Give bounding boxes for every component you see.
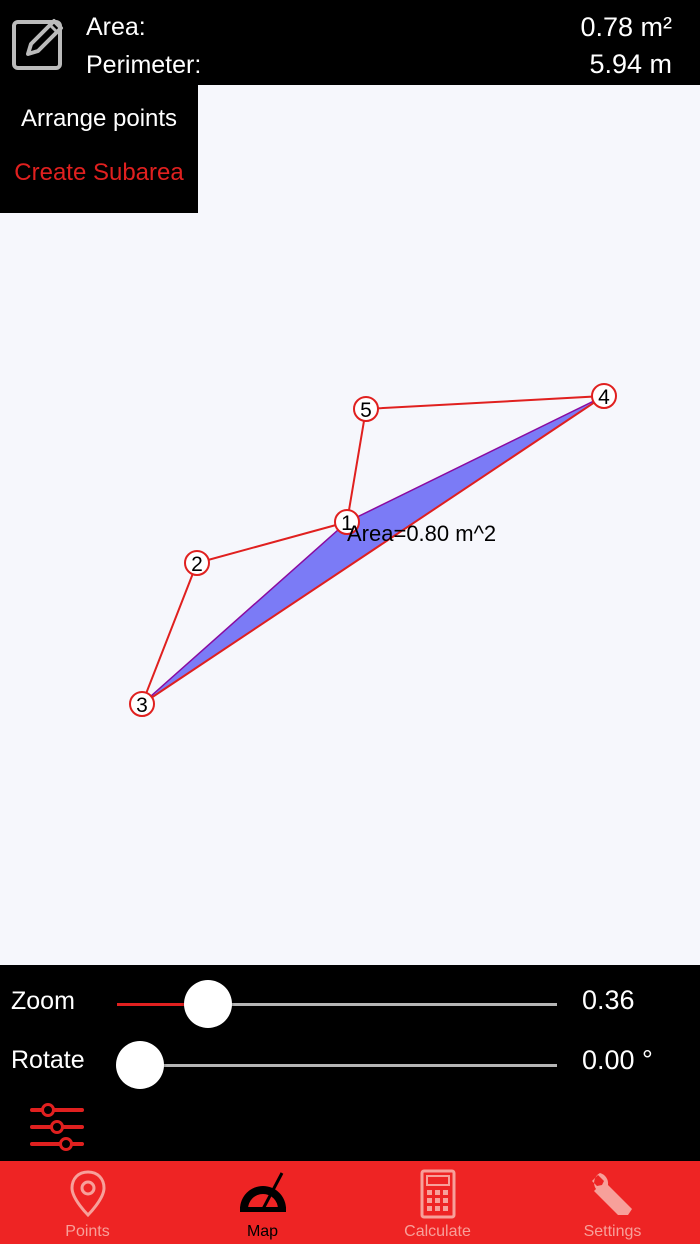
tab-settings[interactable]: Settings <box>525 1161 700 1244</box>
tab-bar: Points Map Calculate Settings <box>0 1161 700 1244</box>
tab-label: Settings <box>583 1223 642 1240</box>
rotate-thumb[interactable] <box>116 1041 164 1089</box>
perimeter-value: 5.94 m <box>589 49 672 79</box>
protractor-icon <box>239 1172 286 1212</box>
edit-icon[interactable] <box>10 14 68 72</box>
map-point[interactable]: 4 <box>591 383 617 409</box>
point-label: 3 <box>136 694 148 717</box>
rotate-track <box>117 1064 557 1067</box>
arrange-points-button[interactable]: Arrange points <box>0 105 198 133</box>
rotate-label: Rotate <box>11 1046 85 1074</box>
area-outline <box>139 394 608 707</box>
tab-label: Points <box>65 1223 110 1240</box>
area-value: 0.78 m² <box>580 12 672 42</box>
sliders-icon[interactable] <box>30 1102 86 1152</box>
point-label: 5 <box>360 399 372 422</box>
tab-label: Map <box>246 1223 279 1240</box>
zoom-thumb[interactable] <box>183 980 232 1028</box>
rotate-value: 0.00 ° <box>582 1045 653 1075</box>
map-pin-icon <box>69 1170 106 1218</box>
tab-calculate[interactable]: Calculate <box>350 1161 525 1244</box>
tab-map[interactable]: Map <box>175 1161 350 1244</box>
map-controls: Zoom 0.36 Rotate 0.00 ° <box>0 965 700 1161</box>
point-label: 2 <box>191 553 203 576</box>
summary-header: Area: 0.78 m² Perimeter: 5.94 m <box>0 0 700 85</box>
calculator-icon <box>420 1169 455 1219</box>
map-point[interactable]: 2 <box>184 550 210 576</box>
options-menu: Arrange points Create Subarea <box>0 85 198 213</box>
map-point[interactable]: 3 <box>129 691 155 717</box>
wrench-icon <box>591 1173 632 1215</box>
create-subarea-button[interactable]: Create Subarea <box>0 159 198 187</box>
tab-label: Calculate <box>404 1223 471 1240</box>
map-canvas[interactable]: 1 2 3 4 5 Area=0.80 m^2 <box>0 213 700 965</box>
area-label: Area: <box>86 13 146 41</box>
subarea-area-label: Area=0.80 m^2 <box>347 521 496 546</box>
tab-points[interactable]: Points <box>0 1161 175 1244</box>
map-point[interactable]: 5 <box>353 396 379 422</box>
point-label: 4 <box>598 386 610 409</box>
zoom-label: Zoom <box>11 987 75 1015</box>
perimeter-label: Perimeter: <box>86 51 202 79</box>
zoom-value: 0.36 <box>582 985 635 1015</box>
